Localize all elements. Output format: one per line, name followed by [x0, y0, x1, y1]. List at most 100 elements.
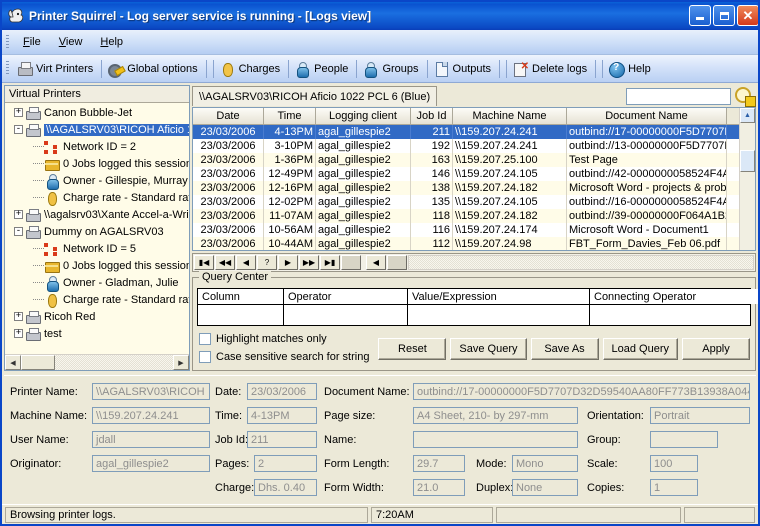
name-field[interactable] — [413, 431, 578, 448]
expand-icon[interactable]: + — [14, 312, 23, 321]
toolbar-button-help[interactable]: Help — [606, 57, 656, 81]
collapse-icon[interactable]: - — [14, 227, 23, 236]
checkbox-row-case-sensitive[interactable]: Case sensitive search for string — [199, 348, 369, 366]
menu-item-file[interactable]: File — [14, 33, 50, 51]
close-button[interactable]: ✕ — [737, 5, 759, 26]
column-header[interactable]: Logging client — [316, 108, 411, 124]
tree-node[interactable]: Charge rate - Standard rate — [5, 291, 189, 308]
table-row[interactable]: 23/03/20063-10PMagal_gillespie2192\\159.… — [193, 139, 755, 153]
table-row[interactable]: 23/03/200612-49PMagal_gillespie2146\\159… — [193, 167, 755, 181]
logs-grid-vertical-scrollbar[interactable]: ▲ — [739, 108, 755, 250]
toolbar-gripper[interactable] — [6, 61, 9, 76]
checkbox-row-highlight[interactable]: Highlight matches only — [199, 330, 369, 348]
apply-button[interactable]: Apply — [682, 338, 750, 360]
load-query-button[interactable]: Load Query — [603, 338, 678, 360]
user-name-field[interactable]: jdall — [92, 431, 210, 448]
job-id-field[interactable]: 211 — [247, 431, 317, 448]
nav-extra-button[interactable]: ◀ — [366, 255, 386, 270]
tree-body[interactable]: +Canon Bubble-Jet-\\AGALSRV03\RICOH Afic… — [5, 104, 189, 353]
nav-next-page-button[interactable]: ▶▶ — [299, 255, 319, 270]
form-width-field[interactable]: 21.0 — [413, 479, 465, 496]
date-field[interactable]: 23/03/2006 — [247, 383, 317, 400]
highlight-matches-checkbox[interactable] — [199, 333, 211, 345]
nav-blank-button[interactable] — [341, 255, 361, 270]
table-row[interactable]: 23/03/200612-02PMagal_gillespie2135\\159… — [193, 195, 755, 209]
tree-node[interactable]: Owner - Gladman, Julie — [5, 274, 189, 291]
qc-cell-value[interactable] — [408, 305, 590, 325]
save-as-button[interactable]: Save As — [531, 338, 599, 360]
scale-field[interactable]: 100 — [650, 455, 698, 472]
tree-node[interactable]: Network ID = 2 — [5, 138, 189, 155]
maximize-button[interactable] — [713, 5, 735, 26]
tree-node[interactable]: -Dummy on AGALSRV03 — [5, 223, 189, 240]
tree-node[interactable]: +Canon Bubble-Jet — [5, 104, 189, 121]
tree-horizontal-scrollbar[interactable]: ◀ ▶ — [5, 354, 189, 370]
toolbar-button-virt-printers[interactable]: Virt Printers — [14, 57, 98, 81]
table-row[interactable]: 23/03/20064-13PMagal_gillespie2211\\159.… — [193, 125, 755, 139]
toolbar-button-groups[interactable]: Groups — [360, 57, 423, 81]
group-field[interactable] — [650, 431, 718, 448]
scroll-up-icon[interactable]: ▲ — [740, 108, 755, 123]
column-header[interactable]: Machine Name — [453, 108, 567, 124]
tree-node[interactable]: 0 Jobs logged this session — [5, 155, 189, 172]
nav-blank-button-2[interactable] — [387, 255, 407, 270]
tree-node[interactable]: Charge rate - Standard rate — [5, 189, 189, 206]
collapse-icon[interactable]: - — [14, 125, 23, 134]
menu-item-help[interactable]: Help — [91, 33, 132, 51]
originator-field[interactable]: agal_gillespie2 — [92, 455, 210, 472]
document-name-field[interactable]: outbind://17-00000000F5D7707D32D59540AA8… — [413, 383, 750, 400]
toolbar-button-delete-logs[interactable]: Delete logs — [510, 57, 592, 81]
time-field[interactable]: 4-13PM — [247, 407, 317, 424]
table-row[interactable]: 23/03/20061-36PMagal_gillespie2163\\159.… — [193, 153, 755, 167]
qc-cell-column[interactable] — [198, 305, 284, 325]
pages-field[interactable]: 2 — [254, 455, 317, 472]
nav-next-button[interactable]: ▶ — [278, 255, 298, 270]
printer-name-field[interactable]: \\AGALSRV03\RICOH — [92, 383, 210, 400]
tree-node[interactable]: Network ID = 5 — [5, 240, 189, 257]
nav-prev-page-button[interactable]: ◀◀ — [215, 255, 235, 270]
nav-last-button[interactable]: ▶▮ — [320, 255, 340, 270]
toolbar-button-global-options[interactable]: Global options — [105, 57, 202, 81]
column-header[interactable]: Date — [193, 108, 264, 124]
qc-cell-operator[interactable] — [284, 305, 408, 325]
search-input[interactable] — [626, 88, 731, 105]
column-header[interactable]: Document Name — [567, 108, 727, 124]
column-header[interactable]: Time — [264, 108, 316, 124]
table-row[interactable]: 23/03/200612-16PMagal_gillespie2138\\159… — [193, 181, 755, 195]
table-row[interactable]: 23/03/200610-44AMagal_gillespie2112\\159… — [193, 237, 755, 251]
expand-icon[interactable]: + — [14, 108, 23, 117]
minimize-button[interactable] — [689, 5, 711, 26]
scroll-thumb[interactable] — [21, 355, 55, 370]
logs-grid-rows[interactable]: 23/03/20064-13PMagal_gillespie2211\\159.… — [193, 125, 755, 251]
nav-prev-button[interactable]: ◀ — [236, 255, 256, 270]
duplex-field[interactable]: None — [512, 479, 578, 496]
scroll-right-icon[interactable]: ▶ — [173, 355, 189, 370]
nav-help-button[interactable]: ? — [257, 255, 277, 270]
grid-scroll-thumb[interactable] — [740, 150, 755, 172]
toolbar-button-charges[interactable]: Charges — [217, 57, 286, 81]
mode-field[interactable]: Mono — [512, 455, 578, 472]
table-row[interactable]: 23/03/200611-07AMagal_gillespie2118\\159… — [193, 209, 755, 223]
column-header[interactable]: Job Id — [411, 108, 453, 124]
page-size-field[interactable]: A4 Sheet, 210- by 297-mm — [413, 407, 578, 424]
menu-gripper[interactable] — [6, 35, 9, 50]
toolbar-button-people[interactable]: People — [292, 57, 353, 81]
tree-node[interactable]: +Ricoh Red — [5, 308, 189, 325]
orientation-field[interactable]: Portrait — [650, 407, 750, 424]
query-center-row[interactable] — [198, 305, 750, 325]
toolbar-button-outputs[interactable]: Outputs — [431, 57, 497, 81]
case-sensitive-checkbox[interactable] — [199, 351, 211, 363]
tree-node[interactable]: +\\agalsrv03\Xante Accel-a-Writer — [5, 206, 189, 223]
logs-grid[interactable]: DateTimeLogging clientJob IdMachine Name… — [192, 107, 756, 251]
expand-icon[interactable]: + — [14, 210, 23, 219]
reset-button[interactable]: Reset — [378, 338, 446, 360]
magnifier-icon[interactable] — [734, 86, 756, 106]
tree-node[interactable]: 0 Jobs logged this session — [5, 257, 189, 274]
scroll-left-icon[interactable]: ◀ — [5, 355, 21, 370]
machine-name-field[interactable]: \\159.207.24.241 — [92, 407, 210, 424]
menu-item-view[interactable]: View — [50, 33, 92, 51]
form-length-field[interactable]: 29.7 — [413, 455, 465, 472]
tree-node[interactable]: Owner - Gillespie, Murray — [5, 172, 189, 189]
nav-first-button[interactable]: ▮◀ — [194, 255, 214, 270]
tree-node[interactable]: +test — [5, 325, 189, 342]
